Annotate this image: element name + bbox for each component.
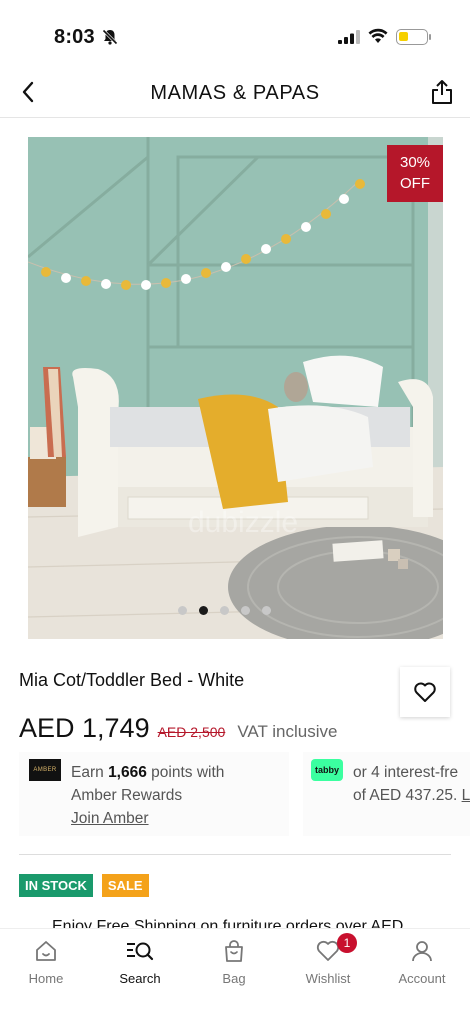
share-icon bbox=[432, 80, 452, 104]
cellular-signal-icon bbox=[338, 30, 360, 49]
tabby-learn-more-link[interactable]: Le bbox=[462, 787, 470, 804]
carousel-indicators bbox=[178, 606, 271, 615]
search-icon bbox=[100, 935, 180, 967]
tabby-installments-card: tabby or 4 interest-fre of AED 437.25. L… bbox=[303, 752, 470, 836]
home-icon bbox=[6, 935, 86, 967]
account-icon bbox=[382, 935, 462, 967]
status-badges: IN STOCK SALE bbox=[19, 874, 149, 897]
brand-title: MAMAS & PAPAS bbox=[150, 82, 320, 104]
current-price: AED 1,749 bbox=[19, 713, 150, 743]
tab-wishlist[interactable]: 1 Wishlist bbox=[288, 933, 368, 986]
amber-rewards-text: Earn 1,666 points with Amber Rewards Joi… bbox=[71, 761, 224, 830]
bell-muted-icon bbox=[101, 28, 119, 51]
discount-percent: 30% bbox=[399, 154, 431, 171]
tab-account-label: Account bbox=[398, 971, 446, 986]
tabby-line1: or 4 interest-fre bbox=[353, 764, 459, 781]
amber-earn-prefix: Earn bbox=[71, 764, 109, 781]
product-photo: dubizzle bbox=[28, 137, 443, 639]
join-amber-link[interactable]: Join Amber bbox=[71, 810, 149, 827]
battery-fill bbox=[399, 32, 408, 41]
product-image-carousel[interactable]: dubizzle 30% OFF bbox=[28, 137, 443, 639]
discount-off-label: OFF bbox=[400, 175, 430, 192]
bag-icon bbox=[194, 935, 274, 967]
carousel-dot[interactable] bbox=[178, 606, 187, 615]
svg-text:dubizzle: dubizzle bbox=[188, 506, 298, 539]
tab-search[interactable]: Search bbox=[100, 935, 180, 986]
in-stock-badge: IN STOCK bbox=[19, 874, 93, 897]
sale-badge: SALE bbox=[101, 874, 149, 897]
tabby-logo: tabby bbox=[311, 759, 343, 781]
heart-icon bbox=[414, 682, 436, 702]
status-bar: 8:03 bbox=[0, 0, 470, 70]
original-price: AED 2,500 bbox=[157, 724, 226, 740]
carousel-dot-active[interactable] bbox=[199, 606, 208, 615]
carousel-dot[interactable] bbox=[220, 606, 229, 615]
share-button[interactable] bbox=[428, 78, 456, 106]
carousel-dot[interactable] bbox=[262, 606, 271, 615]
amber-points: 1,666 bbox=[108, 764, 147, 781]
amber-earn-suffix: points with bbox=[146, 764, 225, 781]
divider bbox=[19, 854, 451, 855]
status-time: 8:03 bbox=[54, 26, 95, 48]
product-title: Mia Cot/Toddler Bed - White bbox=[19, 670, 245, 690]
tab-account[interactable]: Account bbox=[382, 935, 462, 986]
amber-rewards-label: Amber Rewards bbox=[71, 787, 183, 804]
amber-rewards-card: AMBER Earn 1,666 points with Amber Rewar… bbox=[19, 752, 289, 836]
heart-icon: 1 bbox=[288, 933, 368, 967]
carousel-dot[interactable] bbox=[241, 606, 250, 615]
top-navigation: MAMAS & PAPAS bbox=[0, 70, 470, 118]
wishlist-count-badge: 1 bbox=[337, 933, 357, 953]
wifi-icon bbox=[368, 28, 388, 49]
bottom-tab-bar: Home Search Bag 1 Wishlist Account bbox=[0, 928, 470, 1024]
battery-icon bbox=[396, 29, 431, 45]
tab-bag-label: Bag bbox=[222, 971, 246, 986]
tabby-text: or 4 interest-fre of AED 437.25. Le bbox=[353, 761, 470, 807]
tab-home[interactable]: Home bbox=[6, 935, 86, 986]
tab-wishlist-label: Wishlist bbox=[305, 971, 351, 986]
tab-home-label: Home bbox=[28, 971, 64, 986]
add-to-wishlist-button[interactable] bbox=[400, 667, 450, 717]
vat-note: VAT inclusive bbox=[237, 722, 338, 741]
discount-badge: 30% OFF bbox=[387, 145, 443, 202]
price-row: AED 1,749 AED 2,500 VAT inclusive bbox=[19, 713, 337, 747]
amber-logo: AMBER bbox=[29, 759, 61, 781]
tabby-line2: of AED 437.25. bbox=[353, 787, 462, 804]
tab-bag[interactable]: Bag bbox=[194, 935, 274, 986]
tab-search-label: Search bbox=[119, 971, 161, 986]
